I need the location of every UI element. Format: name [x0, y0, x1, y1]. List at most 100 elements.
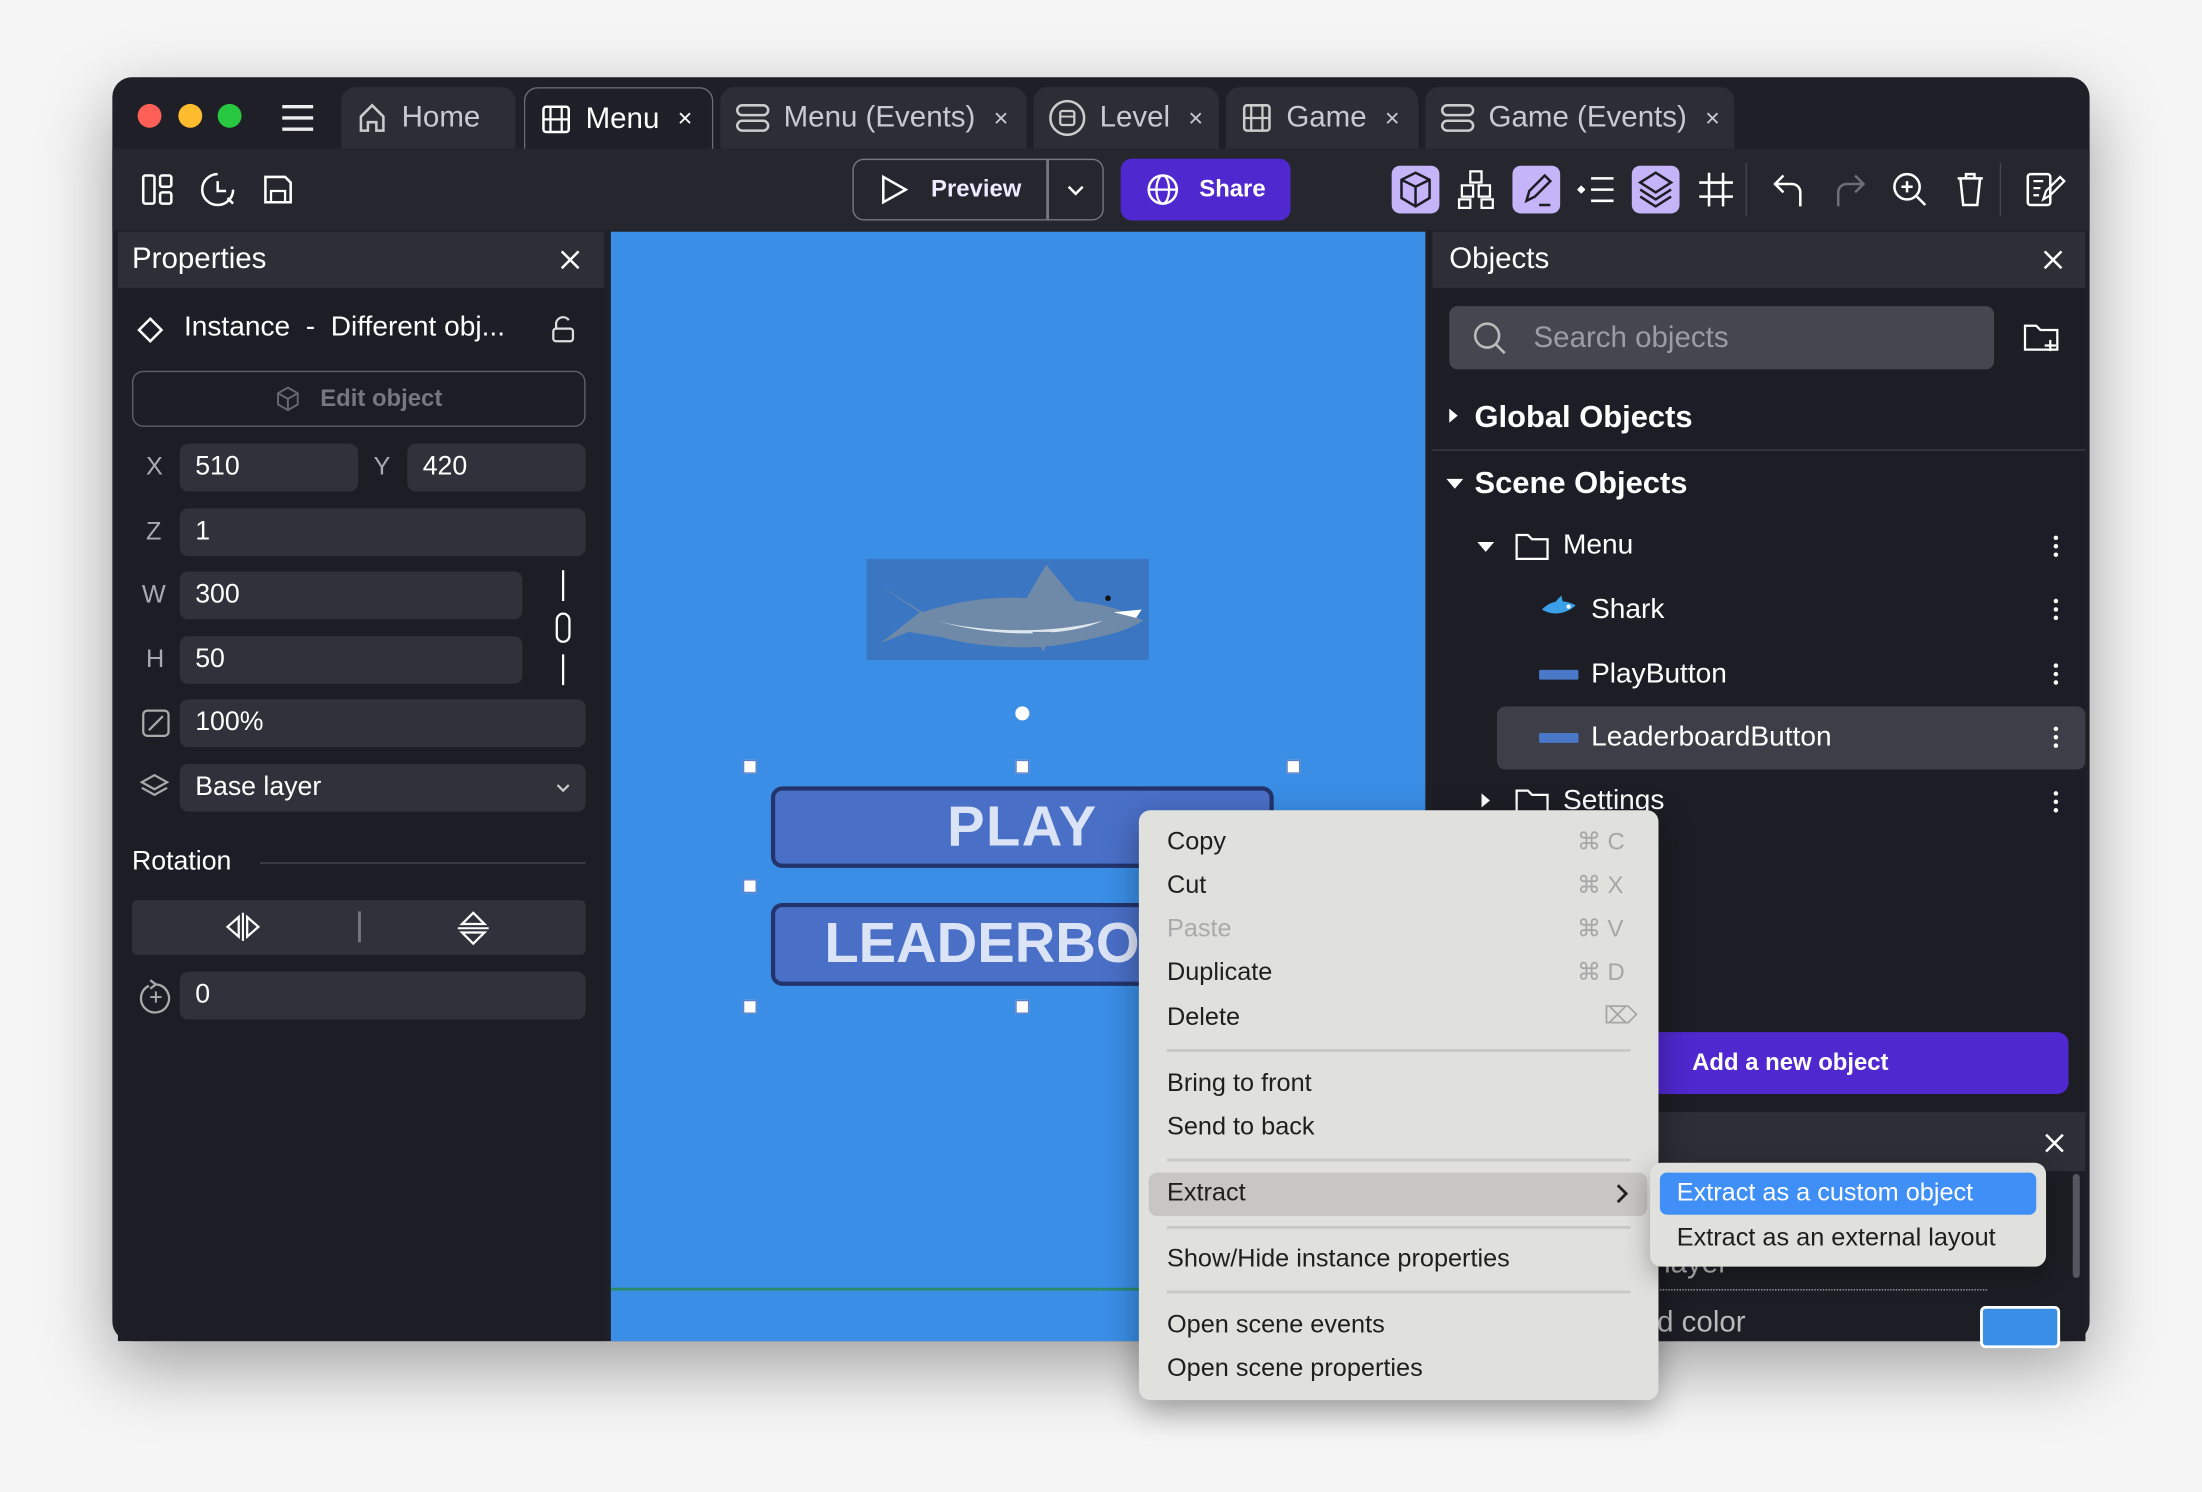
- object-groups-cubes-icon[interactable]: [1452, 166, 1500, 214]
- resize-handle[interactable]: [1015, 759, 1030, 774]
- events-icon: [1439, 101, 1476, 135]
- height-input[interactable]: 50: [179, 636, 523, 684]
- history-icon[interactable]: [194, 166, 242, 214]
- trash-icon[interactable]: [1946, 166, 1994, 214]
- width-input[interactable]: 300: [179, 571, 523, 620]
- close-window-button[interactable]: [137, 103, 162, 128]
- rotate-icon: [138, 979, 175, 1016]
- maximize-window-button[interactable]: [217, 103, 242, 128]
- more-vertical-icon[interactable]: [2052, 661, 2060, 686]
- z-input[interactable]: 1: [179, 508, 586, 557]
- instances-editor-pencil-icon[interactable]: [1512, 165, 1561, 214]
- flip-horizontal-icon[interactable]: [223, 910, 262, 944]
- caret-down-icon[interactable]: [1445, 476, 1465, 490]
- unlock-icon[interactable]: [549, 315, 577, 346]
- menu-item-duplicate[interactable]: Duplicate: [1167, 958, 1272, 987]
- close-properties-icon[interactable]: [558, 247, 583, 272]
- angle-input[interactable]: 0: [179, 971, 586, 1020]
- zoom-in-icon[interactable]: [1886, 166, 1934, 214]
- close-objects-icon[interactable]: [2040, 247, 2065, 272]
- shortcut-cut: ⌘ X: [1577, 872, 1624, 899]
- resize-handle[interactable]: [742, 999, 757, 1014]
- h-label: H: [146, 644, 165, 673]
- more-vertical-icon[interactable]: [2052, 725, 2060, 750]
- tab-game[interactable]: Game ×: [1225, 87, 1419, 149]
- menu-item-delete[interactable]: Delete: [1167, 1003, 1240, 1032]
- tab-label: Game (Events): [1488, 101, 1687, 134]
- tab-menu-events[interactable]: Menu (Events) ×: [720, 87, 1027, 149]
- edit-object-button[interactable]: Edit object: [132, 370, 586, 427]
- flip-vertical-icon[interactable]: [455, 909, 492, 948]
- resize-handle[interactable]: [1286, 759, 1301, 774]
- menu-item-extract-external-layout[interactable]: Extract as an external layout: [1677, 1223, 1996, 1252]
- object-item-playbutton[interactable]: PlayButton: [1591, 659, 1727, 691]
- menu-item-open-scene-properties[interactable]: Open scene properties: [1167, 1354, 1423, 1383]
- objects-panel-cube-icon[interactable]: [1391, 165, 1440, 214]
- add-folder-icon[interactable]: [2022, 319, 2061, 356]
- menu-item-show-hide-instance-properties[interactable]: Show/Hide instance properties: [1167, 1244, 1510, 1273]
- cube-2d-icon: [275, 385, 306, 413]
- folder-menu[interactable]: Menu: [1563, 529, 1633, 561]
- tab-game-events[interactable]: Game (Events) ×: [1425, 87, 1735, 149]
- object-item-shark[interactable]: Shark: [1591, 594, 1664, 626]
- layer-select[interactable]: Base layer: [179, 763, 586, 812]
- menu-item-bring-to-front[interactable]: Bring to front: [1167, 1069, 1312, 1098]
- shark-instance[interactable]: [866, 558, 1149, 661]
- more-vertical-icon[interactable]: [2052, 534, 2060, 559]
- y-label: Y: [373, 452, 391, 481]
- minimize-window-button[interactable]: [178, 103, 203, 128]
- save-icon[interactable]: [254, 166, 302, 214]
- resize-handle[interactable]: [742, 879, 757, 894]
- shark-sprite-icon: [1539, 595, 1578, 623]
- undo-icon[interactable]: [1765, 166, 1813, 214]
- menu-item-copy[interactable]: Copy: [1167, 827, 1226, 856]
- scrollbar[interactable]: [2072, 1173, 2080, 1278]
- menu-item-send-to-back[interactable]: Send to back: [1167, 1112, 1315, 1141]
- more-vertical-icon[interactable]: [2052, 789, 2060, 814]
- menu-item-extract-custom-object[interactable]: Extract as a custom object: [1677, 1178, 1973, 1207]
- resize-handle[interactable]: [1015, 999, 1030, 1014]
- close-tab-icon[interactable]: ×: [994, 103, 1009, 132]
- background-color-swatch[interactable]: [1980, 1305, 2061, 1349]
- close-tab-icon[interactable]: ×: [1705, 103, 1720, 132]
- close-tab-icon[interactable]: ×: [1188, 103, 1203, 132]
- object-item-leaderboardbutton[interactable]: LeaderboardButton: [1591, 722, 1831, 754]
- grid-icon[interactable]: [1692, 166, 1740, 214]
- preview-options-chevron-icon[interactable]: [1052, 166, 1100, 214]
- opacity-input[interactable]: 100%: [179, 699, 586, 748]
- caret-right-icon[interactable]: [1479, 791, 1493, 811]
- rotation-handle[interactable]: [1015, 706, 1030, 721]
- resize-handle[interactable]: [742, 759, 757, 774]
- tab-menu[interactable]: Menu ×: [523, 87, 714, 149]
- search-icon: [1472, 319, 1509, 356]
- caret-right-icon[interactable]: [1446, 406, 1460, 426]
- y-input[interactable]: 420: [407, 443, 586, 492]
- menu-item-paste: Paste: [1166, 914, 1232, 943]
- redo-icon[interactable]: [1826, 166, 1874, 214]
- layers-icon[interactable]: [1631, 165, 1680, 214]
- hamburger-menu-icon[interactable]: [279, 103, 316, 134]
- close-layers-icon[interactable]: [2042, 1130, 2067, 1155]
- share-button[interactable]: Share: [1120, 158, 1291, 221]
- menu-item-extract[interactable]: Extract: [1167, 1178, 1246, 1207]
- scene-objects-section[interactable]: Scene Objects: [1475, 465, 1688, 502]
- instances-list-icon[interactable]: [1571, 166, 1619, 214]
- globe-icon: [1146, 173, 1180, 207]
- search-objects-input[interactable]: Search objects: [1449, 306, 1995, 370]
- share-label: Share: [1199, 175, 1266, 203]
- more-vertical-icon[interactable]: [2052, 597, 2060, 622]
- project-manager-icon[interactable]: [133, 166, 181, 214]
- tab-home[interactable]: Home: [341, 87, 516, 149]
- x-input[interactable]: 510: [179, 443, 359, 492]
- menu-item-open-scene-events[interactable]: Open scene events: [1167, 1310, 1385, 1339]
- edit-scene-properties-icon[interactable]: [2021, 166, 2069, 214]
- tab-level[interactable]: Level ×: [1033, 87, 1219, 149]
- preview-button[interactable]: Preview: [852, 159, 1046, 221]
- menu-item-cut[interactable]: Cut: [1167, 871, 1206, 900]
- close-tab-icon[interactable]: ×: [678, 104, 693, 133]
- keep-ratio-link-icon[interactable]: [550, 570, 575, 686]
- global-objects-section[interactable]: Global Objects: [1475, 399, 1693, 436]
- caret-down-icon[interactable]: [1476, 539, 1496, 553]
- close-tab-icon[interactable]: ×: [1385, 103, 1400, 132]
- shortcut-copy: ⌘ C: [1577, 828, 1625, 856]
